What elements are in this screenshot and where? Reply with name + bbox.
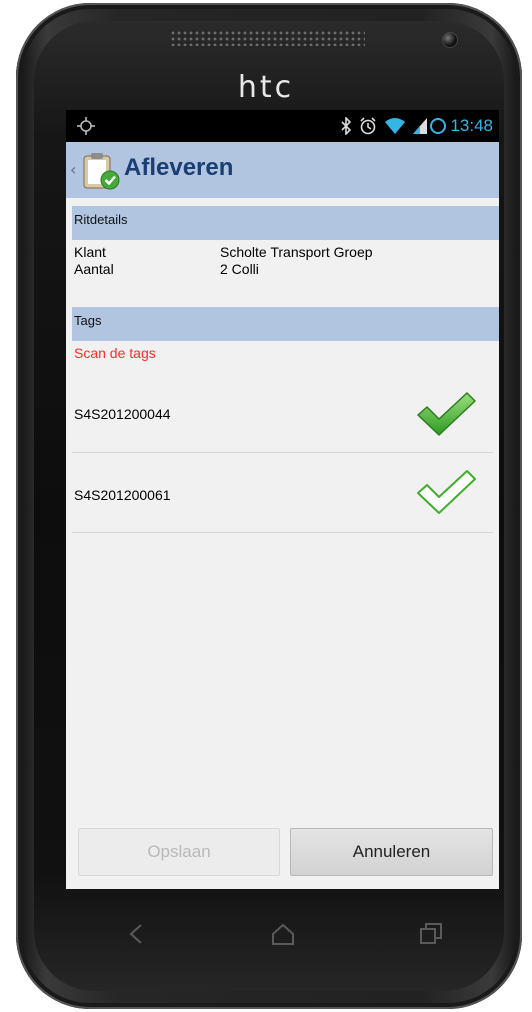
status-time: 13:48 <box>450 116 493 135</box>
brand-logo: htc <box>237 70 295 105</box>
up-caret-icon[interactable]: ‹ <box>70 160 76 179</box>
detail-value-aantal: 2 Colli <box>220 261 259 277</box>
action-bar: ‹ Afleveren <box>66 142 499 198</box>
tag-code: S4S201200044 <box>74 406 171 422</box>
cancel-button[interactable]: Annuleren <box>290 828 493 876</box>
clipboard-check-icon[interactable] <box>80 150 122 192</box>
earpiece-speaker <box>170 30 365 46</box>
home-icon[interactable] <box>268 919 298 949</box>
detail-label-klant: Klant <box>74 244 106 260</box>
scan-hint: Scan de tags <box>74 345 156 361</box>
page-title: Afleveren <box>124 154 234 181</box>
alarm-icon <box>360 117 376 135</box>
save-button[interactable]: Opslaan <box>78 828 280 876</box>
check-outline-icon <box>417 470 476 514</box>
sync-icon <box>430 118 446 134</box>
detail-value-klant: Scholte Transport Groep <box>220 244 373 260</box>
signal-icon <box>413 118 427 134</box>
front-camera <box>442 32 458 48</box>
tag-code: S4S201200061 <box>74 487 171 503</box>
screen: 13:48 ‹ Afleveren Ritdetails Klant Schol… <box>66 110 499 889</box>
location-icon <box>77 117 95 135</box>
status-bar: 13:48 <box>66 110 499 142</box>
check-filled-icon <box>417 392 476 436</box>
tag-row[interactable]: S4S201200044 <box>72 373 493 453</box>
recent-apps-icon[interactable] <box>416 919 446 949</box>
detail-label-aantal: Aantal <box>74 261 114 277</box>
tags-header: Tags <box>72 307 499 341</box>
ritdetails-header: Ritdetails <box>72 206 499 240</box>
back-icon[interactable] <box>121 919 151 949</box>
tag-row[interactable]: S4S201200061 <box>72 453 493 533</box>
wifi-icon <box>385 118 405 134</box>
navigation-bar <box>66 889 499 979</box>
bluetooth-icon <box>341 117 351 135</box>
